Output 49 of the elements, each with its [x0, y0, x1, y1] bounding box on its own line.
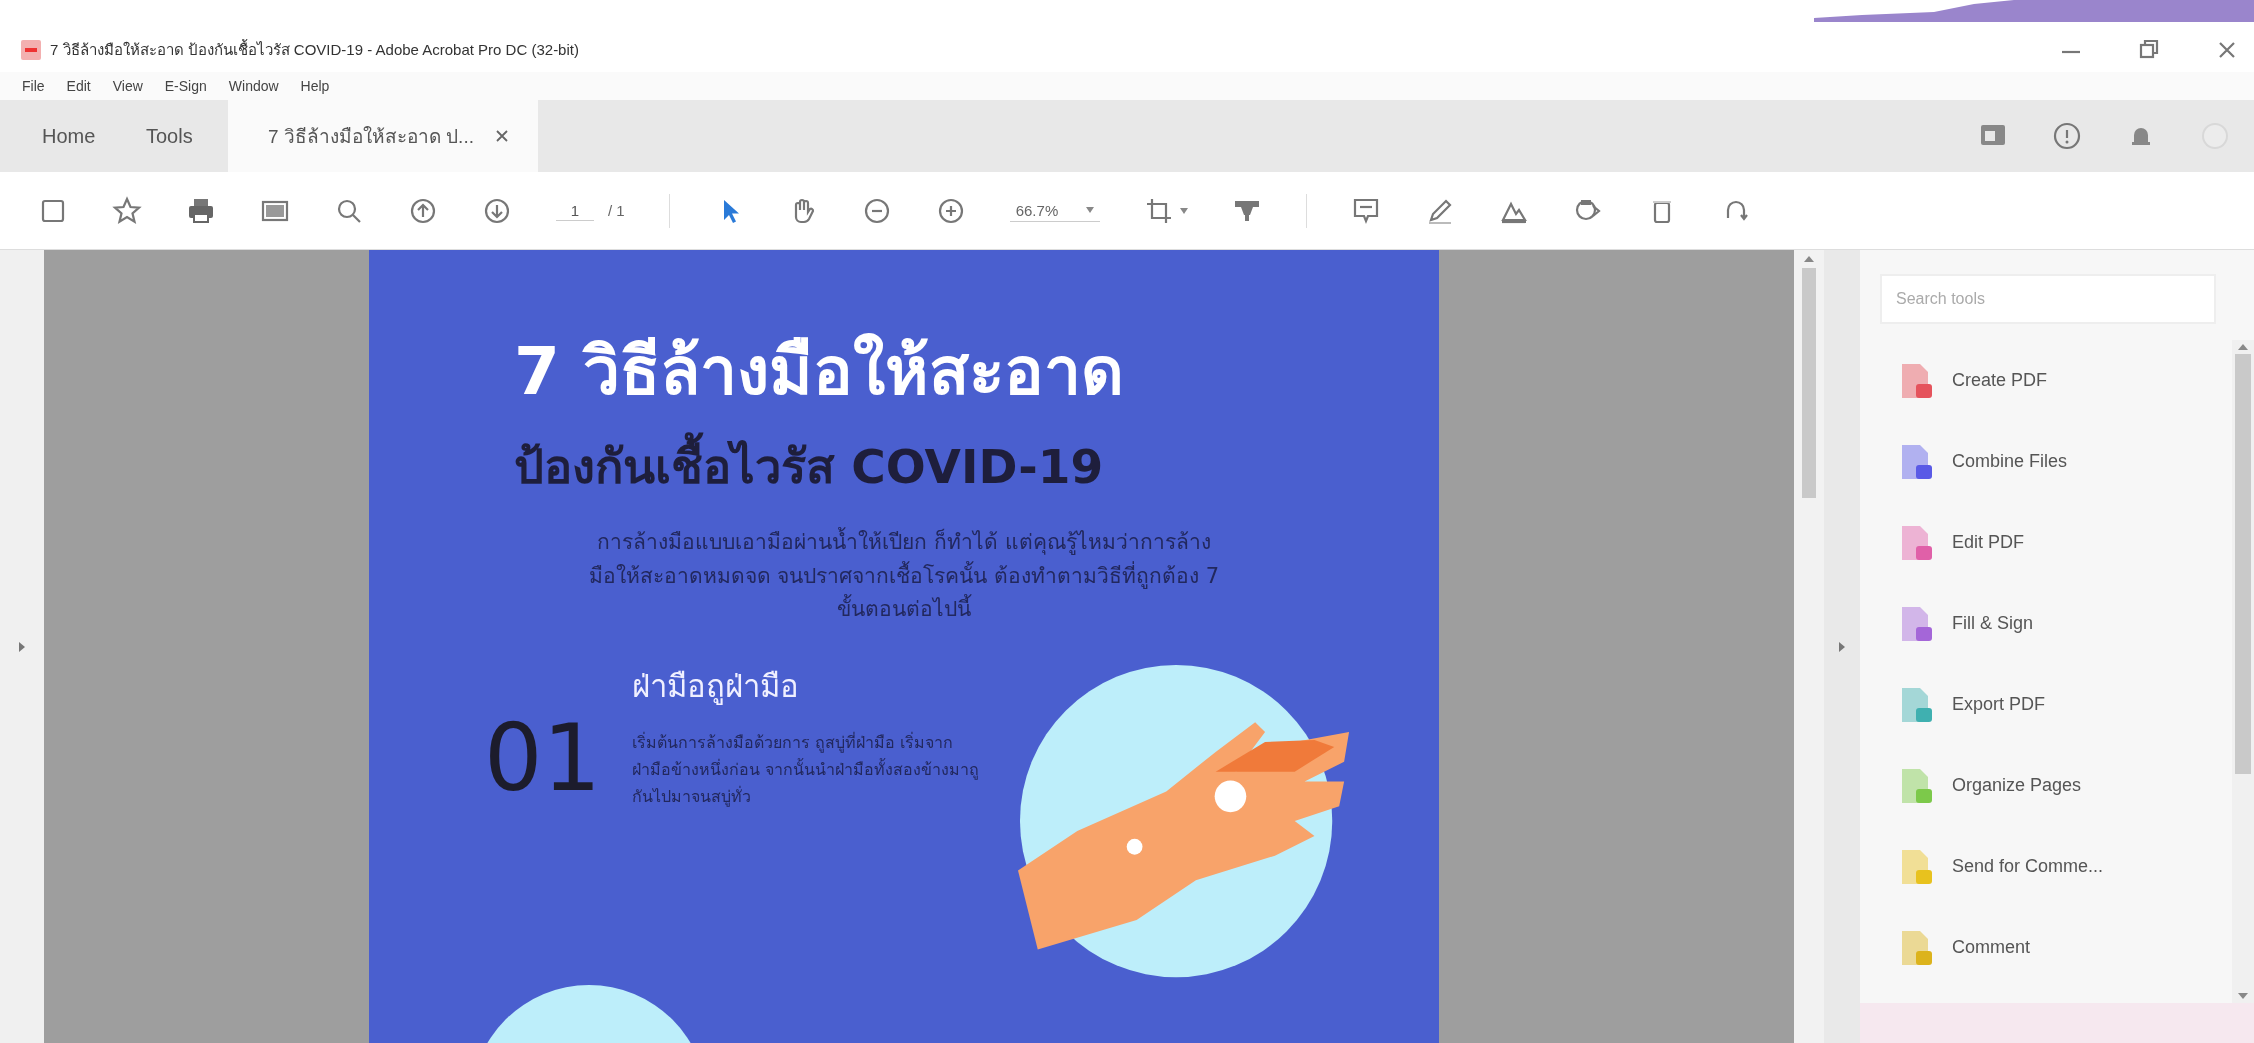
tool-item[interactable]: Organize Pages	[1900, 745, 2232, 826]
star-icon[interactable]	[112, 195, 142, 226]
expand-left-panel-icon[interactable]	[19, 641, 25, 652]
dropdown-caret-icon[interactable]	[1179, 207, 1188, 214]
menu-item[interactable]: Window	[228, 78, 279, 94]
document-tool-icon	[1900, 442, 1934, 481]
step-title: ฝ่ามือถูฝ่ามือ	[632, 666, 801, 707]
document-tool-icon	[1900, 847, 1934, 886]
tool-item[interactable]: Send for Comme...	[1900, 826, 2232, 907]
document-tool-icon	[1900, 361, 1934, 400]
page-heading: 7 วิธีล้างมือให้สะอาด	[514, 332, 1125, 412]
app-logo-icon	[20, 39, 42, 61]
step-description: เริ่มต้นการล้างมือด้วยการ ถูสบู่ที่ฝ่ามือ เริ่มจากฝ่ามือข้างหนึ่งก่อน จากนั้นนำฝ่ามือทั้งสองข้างมาถูกันไปมาจนสบู่ทั่ว	[632, 731, 981, 809]
window-title: 7 วิธีล้างมือให้สะอาด ป้องกันเชื้อไวรัส COVID-19 - Adobe Acrobat Pro DC (32-bit)	[50, 38, 580, 60]
tool-item[interactable]: Combine Files	[1900, 421, 2232, 502]
zoom-dropdown[interactable]: 66.7%	[1009, 199, 1100, 222]
page-subheading: ป้องกันเชื้อไวรัส COVID-19	[514, 429, 1294, 504]
menu-item[interactable]: Edit	[66, 78, 91, 94]
page-number-field[interactable]: 1	[556, 200, 594, 221]
tab[interactable]: Home	[20, 100, 124, 172]
document-tool-icon	[1900, 928, 1934, 967]
menu-item[interactable]: View	[112, 78, 143, 94]
intro-paragraph: การล้างมือแบบเอามือผ่านน้ำให้เปียก ก็ทำได้ แต่คุณรู้ไหมว่าการล้างมือให้สะอาดหมดจด จนปราศจากเชื้อโรคนั้น ต้องทำตามวิธีที่ถูกต้อง 7 ขั้นตอนต่อไปนี้	[584, 526, 1224, 627]
menu-item[interactable]: File	[22, 78, 45, 94]
scrollbar-thumb[interactable]	[1802, 268, 1816, 498]
tool-item[interactable]: Fill & Sign	[1900, 583, 2232, 664]
step-number: 01	[484, 704, 603, 812]
tool-item[interactable]: Create PDF	[1900, 340, 2232, 421]
collapse-right-panel-icon[interactable]	[1839, 641, 1845, 652]
search-tools-field[interactable]: Search tools	[1880, 274, 2216, 324]
help-icon[interactable]	[2052, 121, 2082, 151]
tool-item[interactable]: Edit PDF	[1900, 502, 2232, 583]
menu-item[interactable]: E-Sign	[164, 78, 207, 94]
document-tool-icon	[1900, 604, 1934, 643]
scroll-up-icon[interactable]	[2238, 344, 2248, 350]
scroll-down-icon[interactable]	[2238, 993, 2248, 999]
page-count: / 1	[608, 202, 625, 219]
dropdown-caret-icon	[1085, 207, 1094, 213]
document-tool-icon	[1900, 685, 1934, 724]
tool-item[interactable]: Comment	[1900, 907, 2232, 988]
tab[interactable]: 7 วิธีล้างมือให้สะอาด ป...	[228, 100, 538, 172]
tab[interactable]: Tools	[124, 100, 228, 172]
scrollbar-thumb[interactable]	[2235, 354, 2251, 774]
close-tab-icon[interactable]	[495, 130, 508, 142]
tool-item[interactable]: Export PDF	[1900, 664, 2232, 745]
menu-item[interactable]: Help	[300, 78, 330, 94]
scroll-up-icon[interactable]	[1804, 256, 1814, 262]
document-tool-icon	[1900, 523, 1934, 562]
document-tool-icon	[1900, 766, 1934, 805]
